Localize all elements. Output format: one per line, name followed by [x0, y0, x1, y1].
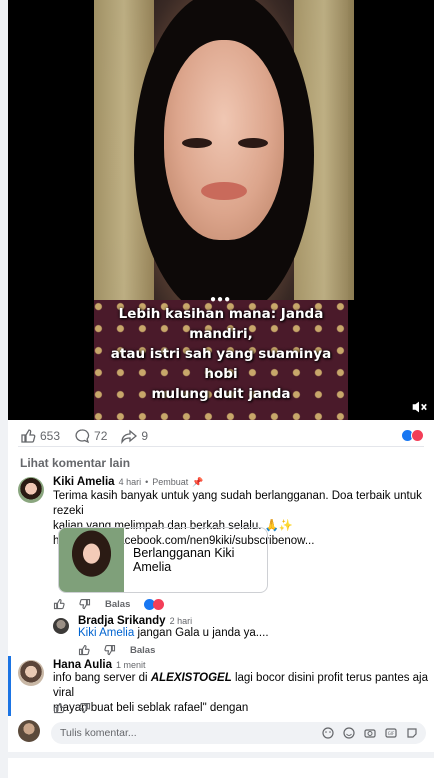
author-badge: Pembuat — [152, 477, 189, 487]
link-card-title: Berlangganan Kiki Amelia — [133, 546, 235, 574]
share-count: 9 — [141, 429, 149, 443]
see-more-comments-link[interactable]: Lihat komentar lain — [20, 456, 130, 470]
avatar[interactable] — [18, 477, 44, 503]
love-reaction-icon — [153, 598, 165, 610]
author-badge-icon: • — [145, 477, 149, 487]
comment-header: Kiki Amelia 4 hari • Pembuat 📌 — [53, 476, 204, 488]
comment-actions — [53, 702, 91, 714]
comment-icon[interactable] — [74, 428, 90, 444]
commenter-name[interactable]: Kiki Amelia — [53, 476, 115, 488]
comment-line: Terima kasih banyak untuk yang sudah ber… — [53, 490, 422, 517]
caption-line: mulung duit janda — [151, 386, 291, 402]
svg-text:GIF: GIF — [388, 731, 395, 736]
reply-button[interactable]: Balas — [130, 645, 155, 656]
comment-line: mayan buat beli seblak rafael" dengan — [53, 702, 249, 714]
comment-actions: Balas — [78, 644, 155, 656]
user-avatar[interactable] — [18, 720, 40, 742]
divider — [18, 446, 424, 447]
comment-time[interactable]: 1 menit — [116, 660, 146, 670]
comment-body: Kiki Amelia jangan Gala u janda ya.... — [78, 626, 418, 641]
reaction-icons[interactable] — [144, 598, 165, 610]
share-icon[interactable] — [121, 428, 138, 444]
comment-input[interactable]: Tulis komentar... — [60, 727, 322, 739]
composer-tools: GIF — [322, 727, 418, 739]
emoji-icon[interactable] — [343, 727, 355, 739]
comment-count: 72 — [94, 429, 108, 443]
caption-line: Lebih kasihan mana: Janda mandiri, — [118, 306, 324, 342]
gif-icon[interactable]: GIF — [385, 727, 397, 739]
like-icon[interactable] — [53, 702, 65, 714]
comment-time[interactable]: 2 hari — [170, 616, 193, 626]
comment-time[interactable]: 4 hari — [119, 477, 142, 487]
comment-actions: Balas — [53, 598, 165, 610]
subscribe-link-card[interactable]: Berlangganan Kiki Amelia — [58, 527, 268, 593]
dislike-icon[interactable] — [79, 598, 91, 610]
comment-composer[interactable]: Tulis komentar... GIF — [51, 722, 426, 744]
mute-icon[interactable] — [410, 398, 428, 416]
video-player[interactable]: ●●● Lebih kasihan mana: Janda mandiri, a… — [8, 0, 434, 420]
post-card: ●●● Lebih kasihan mana: Janda mandiri, a… — [8, 0, 434, 752]
like-icon[interactable] — [53, 598, 65, 610]
post-stats: 653 72 9 — [20, 428, 162, 444]
dislike-icon[interactable] — [79, 702, 91, 714]
like-count: 653 — [40, 429, 61, 443]
comment-text: jangan Gala u janda ya.... — [134, 627, 269, 639]
video-caption: Lebih kasihan mana: Janda mandiri, atau … — [94, 304, 348, 404]
avatar[interactable] — [18, 660, 44, 686]
sticker-icon[interactable] — [406, 727, 418, 739]
avatar[interactable] — [53, 618, 69, 634]
reply-button[interactable]: Balas — [105, 599, 130, 610]
comment-text: info bang server di — [53, 672, 151, 684]
like-icon[interactable] — [20, 428, 36, 444]
caption-line: atau istri sah yang suaminya hobi — [110, 346, 332, 382]
reaction-icons[interactable] — [401, 429, 424, 442]
pin-icon: 📌 — [192, 476, 204, 487]
next-post-card — [8, 758, 434, 778]
mention-link[interactable]: Kiki Amelia — [78, 627, 134, 639]
like-icon[interactable] — [78, 644, 90, 656]
avatar-sticker-icon[interactable] — [322, 727, 334, 739]
bold-text: ALEXISTOGEL — [150, 672, 232, 684]
love-reaction-icon — [411, 429, 424, 442]
dislike-icon[interactable] — [104, 644, 116, 656]
comment-body: info bang server di ALEXISTOGEL lagi boc… — [53, 671, 428, 716]
comment-header: Hana Aulia 1 menit — [53, 659, 146, 671]
commenter-name[interactable]: Hana Aulia — [53, 659, 112, 671]
camera-icon[interactable] — [364, 727, 376, 739]
link-thumbnail — [59, 528, 124, 592]
comment-line: info bang server di ALEXISTOGEL lagi boc… — [53, 671, 428, 701]
new-comment-indicator — [8, 656, 11, 716]
